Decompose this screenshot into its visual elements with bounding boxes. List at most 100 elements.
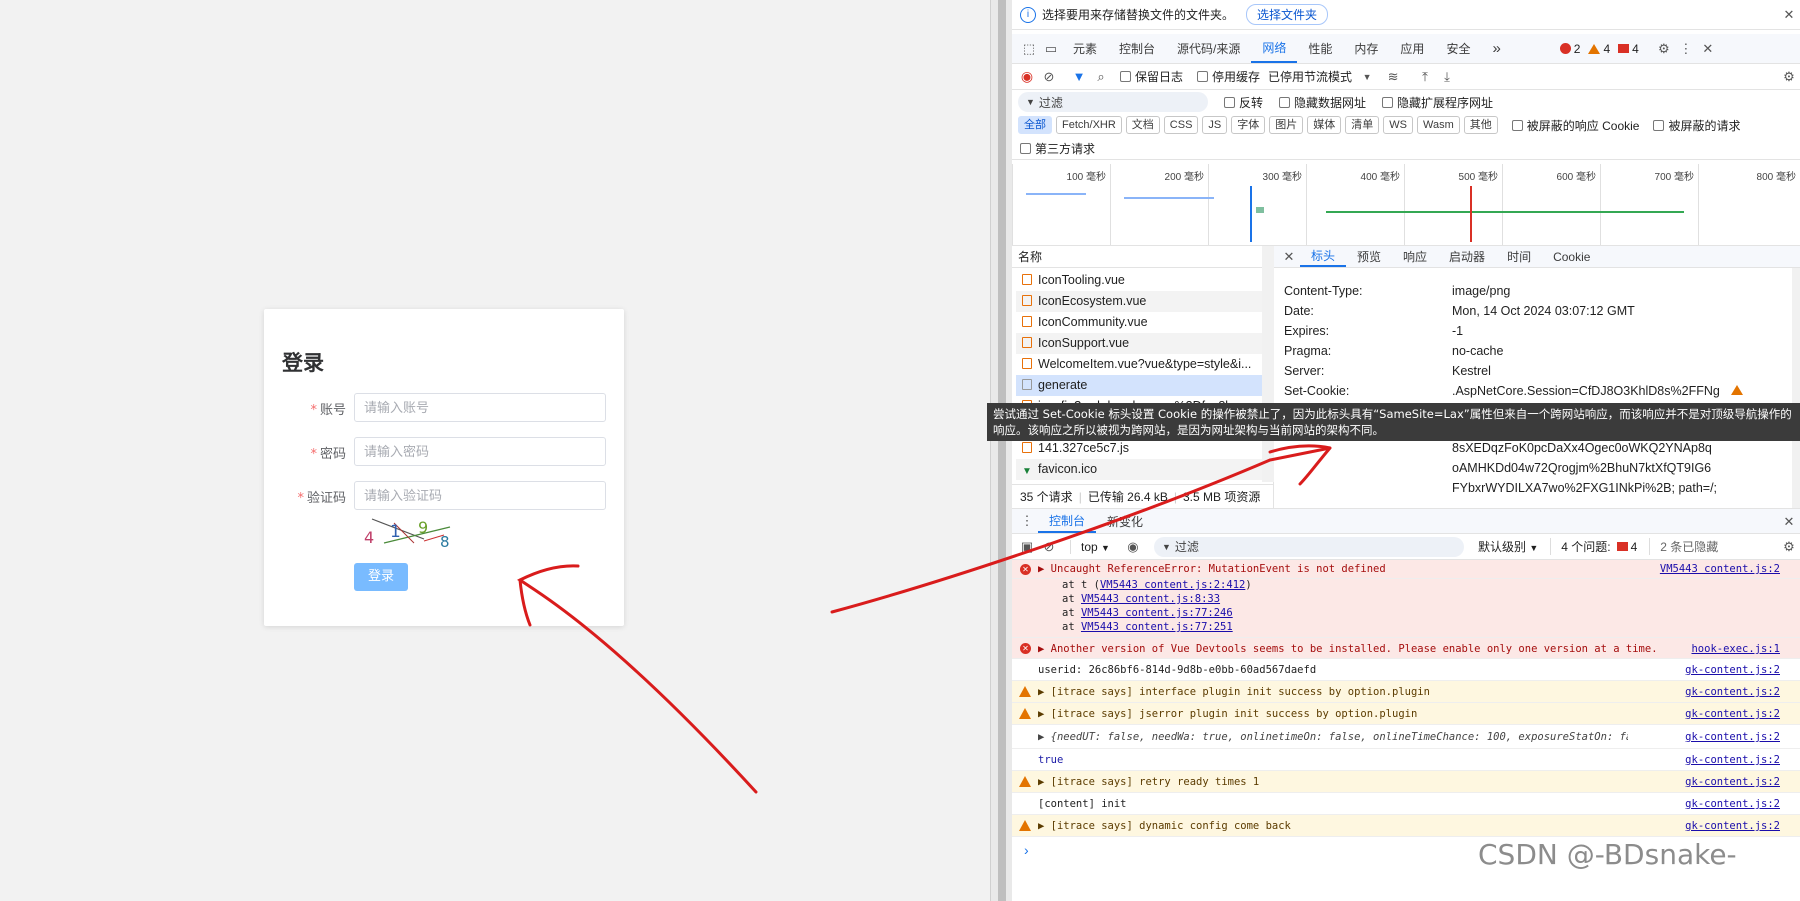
record-icon[interactable]: ◉	[1016, 66, 1038, 88]
inspect-icon[interactable]: ⬚	[1018, 38, 1040, 60]
console-message-error[interactable]: ✕ ▶ Another version of Vue Devtools seems…	[1012, 638, 1800, 659]
request-row[interactable]: WelcomeItem.vue?vue&type=style&i...	[1016, 354, 1266, 375]
hide-data-urls-checkbox[interactable]	[1279, 96, 1291, 108]
request-row[interactable]: IconTooling.vue	[1016, 270, 1266, 291]
download-icon[interactable]: ⤓	[1436, 66, 1458, 88]
disable-cache-checkbox[interactable]	[1197, 71, 1209, 82]
cookie-warning-icon[interactable]	[1731, 385, 1744, 395]
chip-all[interactable]: 全部	[1018, 116, 1052, 134]
tab-sources[interactable]: 源代码/来源	[1166, 34, 1251, 63]
invert-checkbox[interactable]	[1224, 96, 1235, 108]
clear-console-icon[interactable]: ⊘	[1038, 536, 1060, 558]
chip-media[interactable]: 媒体	[1307, 116, 1342, 134]
console-message-warning[interactable]: ▶ [itrace says] jserror plugin init succ…	[1012, 703, 1800, 725]
error-counter[interactable]: 2	[1559, 42, 1580, 56]
drawer-tab-console[interactable]: 控制台	[1038, 509, 1097, 533]
context-select[interactable]: top ▼	[1070, 539, 1110, 554]
issue-counter[interactable]: 4	[1618, 42, 1639, 56]
kebab-menu-icon[interactable]: ⋮	[1675, 38, 1697, 60]
request-row[interactable]: IconEcosystem.vue	[1016, 291, 1266, 312]
request-row[interactable]: ▼ favicon.ico	[1016, 459, 1266, 480]
console-message-object[interactable]: ▶ {needUT: false, needWa: true, onlineti…	[1012, 725, 1800, 749]
tab-console[interactable]: 控制台	[1108, 34, 1166, 63]
tab-security[interactable]: 安全	[1435, 34, 1481, 63]
chip-doc[interactable]: 文档	[1125, 116, 1160, 134]
tab-cookies[interactable]: Cookie	[1542, 246, 1601, 267]
tab-headers[interactable]: 标头	[1300, 246, 1347, 267]
details-scrollbar[interactable]	[1792, 268, 1800, 508]
request-row[interactable]: IconCommunity.vue	[1016, 312, 1266, 333]
divider-grip[interactable]	[998, 0, 1006, 901]
captcha-char: 4	[364, 528, 374, 547]
tab-performance[interactable]: 性能	[1297, 34, 1343, 63]
chip-manifest[interactable]: 清单	[1345, 116, 1380, 134]
tab-initiator[interactable]: 启动器	[1438, 246, 1496, 267]
console-message-warning[interactable]: ▶ [itrace says] interface plugin init su…	[1012, 681, 1800, 703]
close-details-icon[interactable]: ✕	[1278, 246, 1300, 268]
account-input[interactable]: 请输入账号	[354, 393, 606, 422]
tab-preview[interactable]: 预览	[1346, 246, 1392, 267]
warning-counter[interactable]: 4	[1588, 42, 1610, 56]
hide-extension-urls-checkbox[interactable]	[1382, 96, 1394, 108]
select-folder-button[interactable]: 选择文件夹	[1246, 4, 1329, 25]
tab-application[interactable]: 应用	[1389, 34, 1435, 63]
request-row[interactable]: IconSupport.vue	[1016, 333, 1266, 354]
blocked-cookies-checkbox[interactable]	[1511, 119, 1523, 131]
chip-css[interactable]: CSS	[1163, 116, 1199, 134]
network-conditions-icon[interactable]: ≋	[1382, 66, 1404, 88]
console-message-info[interactable]: [content] init gk-content.js:2	[1012, 793, 1800, 815]
chip-img[interactable]: 图片	[1269, 116, 1304, 134]
filter-icon[interactable]: ▼	[1068, 66, 1090, 88]
gear-icon[interactable]: ⚙	[1653, 38, 1675, 60]
chip-ws[interactable]: WS	[1383, 116, 1413, 134]
more-tabs-icon[interactable]: »	[1481, 34, 1511, 63]
blocked-requests-checkbox[interactable]	[1653, 119, 1665, 131]
drawer-menu-icon[interactable]: ⋮	[1016, 510, 1038, 532]
close-icon[interactable]: ✕	[1778, 4, 1800, 26]
log-levels-select[interactable]: 默认级别 ▼	[1478, 538, 1538, 555]
request-list-scrollbar[interactable]	[1262, 246, 1274, 482]
search-icon[interactable]: ⌕	[1090, 66, 1112, 88]
console-prompt[interactable]: ›	[1024, 842, 1029, 858]
login-button[interactable]: 登录	[354, 563, 408, 591]
chip-fetch-xhr[interactable]: Fetch/XHR	[1056, 116, 1122, 134]
chip-wasm[interactable]: Wasm	[1417, 116, 1460, 134]
chip-font[interactable]: 字体	[1231, 116, 1266, 134]
close-devtools-icon[interactable]: ✕	[1697, 38, 1719, 60]
tab-timing[interactable]: 时间	[1496, 246, 1542, 267]
chip-js[interactable]: JS	[1202, 116, 1228, 134]
console-message-info[interactable]: true gk-content.js:2	[1012, 749, 1800, 771]
captcha-input[interactable]: 请输入验证码	[354, 481, 606, 510]
throttling-select[interactable]: 已停用节流模式	[1268, 68, 1352, 85]
network-settings-icon[interactable]: ⚙	[1778, 66, 1800, 88]
issues-label[interactable]: 4 个问题:	[1550, 538, 1611, 555]
clear-icon[interactable]: ⊘	[1038, 66, 1060, 88]
device-toolbar-icon[interactable]: ▭	[1040, 38, 1062, 60]
tab-elements[interactable]: 元素	[1062, 34, 1108, 63]
chip-other[interactable]: 其他	[1463, 116, 1498, 134]
console-message-warning[interactable]: ▶ [itrace says] retry ready times 1 gk-co…	[1012, 771, 1800, 793]
upload-icon[interactable]: ⤒	[1414, 66, 1436, 88]
sidebar-toggle-icon[interactable]: ▣	[1016, 536, 1038, 558]
close-drawer-icon[interactable]: ✕	[1778, 511, 1800, 533]
request-row-selected[interactable]: generate	[1016, 375, 1266, 396]
chevron-down-icon[interactable]: ▼	[1356, 66, 1378, 88]
request-row[interactable]: 141.327ce5c7.js	[1016, 438, 1266, 459]
third-party-checkbox[interactable]	[1020, 143, 1031, 154]
password-input[interactable]: 请输入密码	[354, 437, 606, 466]
eye-icon[interactable]: ◉	[1122, 536, 1144, 558]
filter-input[interactable]: ▼ 过滤	[1018, 92, 1208, 112]
console-message-info[interactable]: userid: 26c86bf6-814d-9d8b-e0bb-60ad567d…	[1012, 659, 1800, 681]
tab-response[interactable]: 响应	[1392, 246, 1438, 267]
preserve-log-checkbox[interactable]	[1120, 71, 1131, 82]
tab-network[interactable]: 网络	[1251, 34, 1298, 63]
console-message-error[interactable]: ✕ ▶ Uncaught ReferenceError: MutationEven…	[1012, 560, 1800, 579]
drawer-tab-whats-new[interactable]: 新变化	[1096, 509, 1154, 533]
tab-memory[interactable]: 内存	[1343, 34, 1389, 63]
captcha-image[interactable]: 4 1 9 8	[354, 513, 454, 549]
console-filter-input[interactable]: ▼ 过滤	[1153, 536, 1464, 557]
name-column-header[interactable]: 名称	[1012, 246, 1274, 268]
network-timeline[interactable]: 100 毫秒 200 毫秒 300 毫秒 400 毫秒 500 毫秒 600 毫…	[1012, 164, 1800, 246]
console-settings-icon[interactable]: ⚙	[1778, 536, 1800, 558]
console-message-warning[interactable]: ▶ [itrace says] dynamic config come back…	[1012, 815, 1800, 837]
